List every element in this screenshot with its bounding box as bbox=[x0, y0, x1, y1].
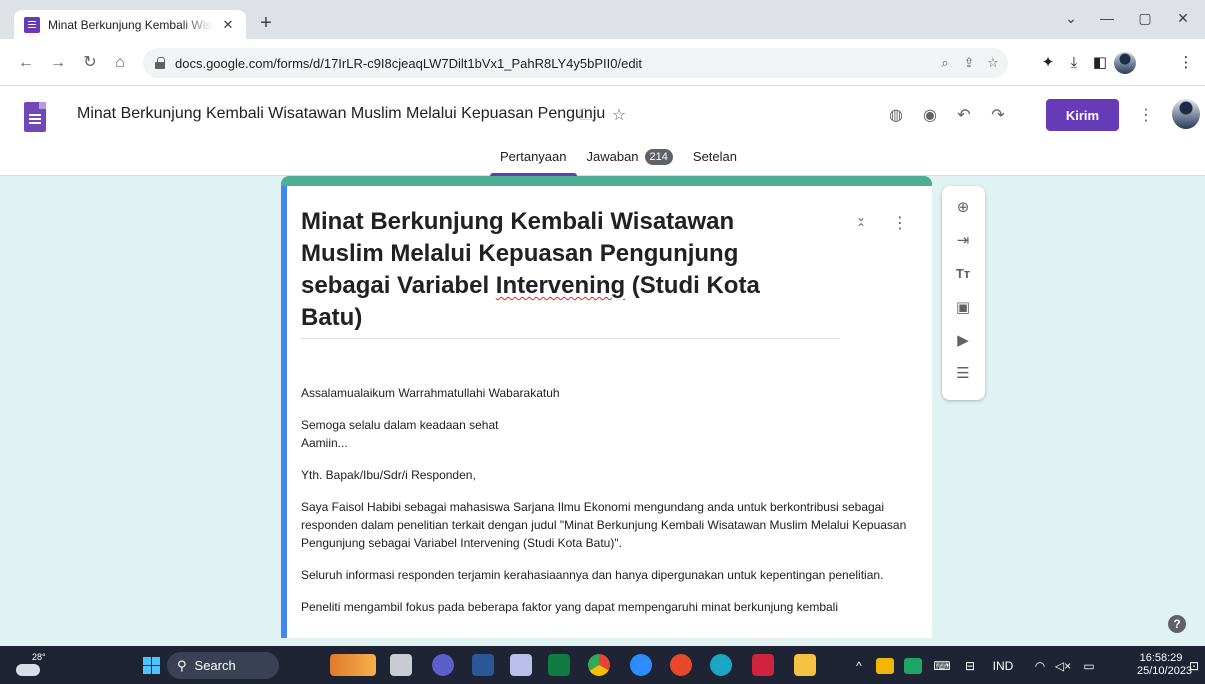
collapse-section-icon[interactable]: ⌄ ⌃ bbox=[851, 211, 871, 236]
description-paragraph: Seluruh informasi responden terjamin ker… bbox=[301, 568, 884, 582]
address-bar[interactable]: docs.google.com/forms/d/17IrLR-c9I8cjeaq… bbox=[143, 48, 1008, 78]
lock-icon bbox=[155, 57, 165, 69]
add-title-description-icon[interactable]: Tт bbox=[951, 262, 975, 286]
home-icon[interactable]: ⌂ bbox=[108, 51, 132, 75]
redo-icon[interactable]: ↷ bbox=[986, 104, 1010, 128]
undo-icon[interactable]: ↶ bbox=[952, 104, 976, 128]
windows-start-icon[interactable] bbox=[143, 657, 160, 674]
help-icon[interactable]: ? bbox=[1168, 615, 1186, 633]
description-paragraph: Saya Faisol Habibi sebagai mahasiswa Sar… bbox=[301, 500, 907, 550]
taskbar-search-label: Search bbox=[194, 658, 236, 673]
tray-app-icon[interactable] bbox=[876, 658, 894, 674]
spellcheck-word: Intervening bbox=[495, 272, 626, 299]
bookmark-star-icon[interactable]: ☆ bbox=[981, 51, 1005, 75]
responses-count-badge: 214 bbox=[644, 149, 673, 165]
add-video-icon[interactable]: ▶ bbox=[951, 329, 975, 353]
description-paragraph: Yth. Bapak/Ibu/Sdr/i Responden, bbox=[301, 468, 476, 482]
restore-window-icon[interactable]: ▢ bbox=[1130, 6, 1160, 30]
tab-settings[interactable]: Setelan bbox=[683, 144, 747, 176]
tab-close-icon[interactable]: ✕ bbox=[220, 17, 236, 33]
powerpoint-app-icon[interactable] bbox=[670, 654, 692, 676]
description-paragraph: Semoga selalu dalam keadaan sehat Aamiin… bbox=[301, 418, 499, 450]
search-icon: ⚲ bbox=[177, 657, 187, 673]
send-button[interactable]: Kirim bbox=[1046, 99, 1119, 131]
tab-responses[interactable]: Jawaban 214 bbox=[577, 144, 683, 176]
account-avatar[interactable] bbox=[1172, 99, 1200, 129]
tab-search-chevron-icon[interactable]: ⌄ bbox=[1056, 6, 1086, 30]
google-forms-favicon-icon bbox=[24, 16, 40, 33]
forms-header: Minat Berkunjung Kembali Wisatawan Musli… bbox=[0, 86, 1205, 176]
share-icon[interactable]: ⇪ bbox=[957, 51, 981, 75]
clock-time: 16:58:29 bbox=[1139, 652, 1183, 664]
add-image-icon[interactable]: ▣ bbox=[951, 296, 975, 320]
tablet-mode-icon[interactable]: ⊟ bbox=[960, 656, 980, 676]
selected-section-indicator bbox=[281, 186, 287, 638]
description-paragraph: Assalamualaikum Warrahmatullahi Wabaraka… bbox=[301, 386, 560, 400]
more-options-icon[interactable]: ⋮ bbox=[1134, 104, 1158, 128]
excel-app-icon[interactable] bbox=[548, 654, 570, 676]
import-questions-icon[interactable]: ⇥ bbox=[951, 229, 975, 253]
word-app-icon[interactable] bbox=[472, 654, 494, 676]
wifi-icon[interactable]: ◠ bbox=[1030, 656, 1050, 676]
section-more-icon[interactable]: ⋮ bbox=[890, 212, 910, 236]
file-explorer-icon[interactable] bbox=[794, 654, 816, 676]
taskbar-widget-icon[interactable] bbox=[330, 654, 376, 676]
taskbar-clock[interactable]: 16:58:29 25/10/2023 bbox=[1137, 652, 1193, 678]
form-title[interactable]: Minat Berkunjung Kembali Wisatawan Musli… bbox=[301, 206, 821, 334]
taskbar-search[interactable]: ⚲ Search bbox=[167, 652, 279, 679]
star-icon[interactable]: ☆ bbox=[607, 104, 631, 128]
address-bar-url[interactable]: docs.google.com/forms/d/17IrLR-c9I8cjeaq… bbox=[175, 56, 642, 71]
zoom-app-icon[interactable] bbox=[630, 654, 652, 676]
new-tab-button[interactable]: + bbox=[254, 12, 278, 36]
meet-chat-icon[interactable] bbox=[432, 654, 454, 676]
form-description[interactable]: Assalamualaikum Warrahmatullahi Wabaraka… bbox=[301, 384, 916, 630]
browser-tab-title: Minat Berkunjung Kembali Wisatawan bbox=[48, 17, 214, 32]
windows-taskbar: 28° ⚲ Search ^ ⌨ ⊟ IND ◠ ◁× ▭ 16:58:29 2… bbox=[0, 646, 1205, 684]
mendeley-app-icon[interactable] bbox=[752, 654, 774, 676]
back-arrow-icon[interactable]: ← bbox=[14, 51, 38, 75]
extensions-puzzle-icon[interactable]: ✦ bbox=[1036, 51, 1060, 75]
forms-tabs: Pertanyaan Jawaban 214 Setelan bbox=[490, 144, 747, 176]
customize-theme-palette-icon[interactable]: ◍ bbox=[884, 104, 908, 128]
browser-tab-strip: Minat Berkunjung Kembali Wisatawan ✕ + ⌄… bbox=[0, 0, 1205, 39]
notification-icon[interactable]: ⊡ bbox=[1186, 656, 1202, 676]
forward-arrow-icon[interactable]: → bbox=[46, 51, 70, 75]
add-question-icon[interactable]: ⊕ bbox=[951, 196, 975, 220]
weather-temperature: 28° bbox=[32, 652, 46, 662]
weather-widget[interactable]: 28° bbox=[14, 652, 46, 678]
floating-toolbar: ⊕ ⇥ Tт ▣ ▶ ☰ bbox=[942, 186, 985, 400]
minimize-window-icon[interactable]: — bbox=[1092, 6, 1122, 30]
zoom-icon[interactable]: ⌕ bbox=[933, 51, 957, 75]
tab-questions[interactable]: Pertanyaan bbox=[490, 144, 577, 176]
move-folder-icon[interactable]: 🗀 bbox=[575, 104, 599, 128]
downloads-icon[interactable]: ⤓ bbox=[1062, 51, 1086, 75]
side-panel-icon[interactable]: ◧ bbox=[1088, 51, 1112, 75]
pls-app-icon[interactable] bbox=[710, 654, 732, 676]
reload-icon[interactable]: ↻ bbox=[78, 51, 102, 75]
title-divider bbox=[301, 338, 840, 339]
tray-overflow-chevron-icon[interactable]: ^ bbox=[850, 656, 868, 676]
browser-toolbar: ← → ↻ ⌂ docs.google.com/forms/d/17IrLR-c… bbox=[0, 39, 1205, 86]
battery-icon[interactable]: ▭ bbox=[1078, 656, 1100, 676]
volume-muted-icon[interactable]: ◁× bbox=[1052, 656, 1074, 676]
document-title[interactable]: Minat Berkunjung Kembali Wisatawan Musli… bbox=[77, 105, 605, 123]
chrome-app-icon[interactable] bbox=[588, 654, 610, 676]
keyboard-icon[interactable]: ⌨ bbox=[932, 656, 952, 676]
tray-green-app-icon[interactable] bbox=[904, 658, 922, 674]
browser-menu-icon[interactable]: ⋮ bbox=[1174, 51, 1198, 75]
form-header-card[interactable]: Minat Berkunjung Kembali Wisatawan Musli… bbox=[281, 176, 932, 638]
preview-eye-icon[interactable]: ◉ bbox=[918, 104, 942, 128]
input-language[interactable]: IND bbox=[988, 656, 1018, 676]
task-view-icon[interactable] bbox=[390, 654, 412, 676]
clock-date: 25/10/2023 bbox=[1137, 665, 1193, 677]
paint-app-icon[interactable] bbox=[510, 654, 532, 676]
description-paragraph: Peneliti mengambil fokus pada beberapa f… bbox=[301, 600, 838, 614]
close-window-icon[interactable]: ✕ bbox=[1168, 6, 1198, 30]
google-forms-logo-icon[interactable] bbox=[24, 102, 46, 132]
add-section-icon[interactable]: ☰ bbox=[951, 362, 975, 386]
profile-avatar[interactable] bbox=[1114, 52, 1136, 74]
browser-tab[interactable]: Minat Berkunjung Kembali Wisatawan ✕ bbox=[14, 10, 246, 39]
cloud-icon bbox=[16, 664, 40, 676]
